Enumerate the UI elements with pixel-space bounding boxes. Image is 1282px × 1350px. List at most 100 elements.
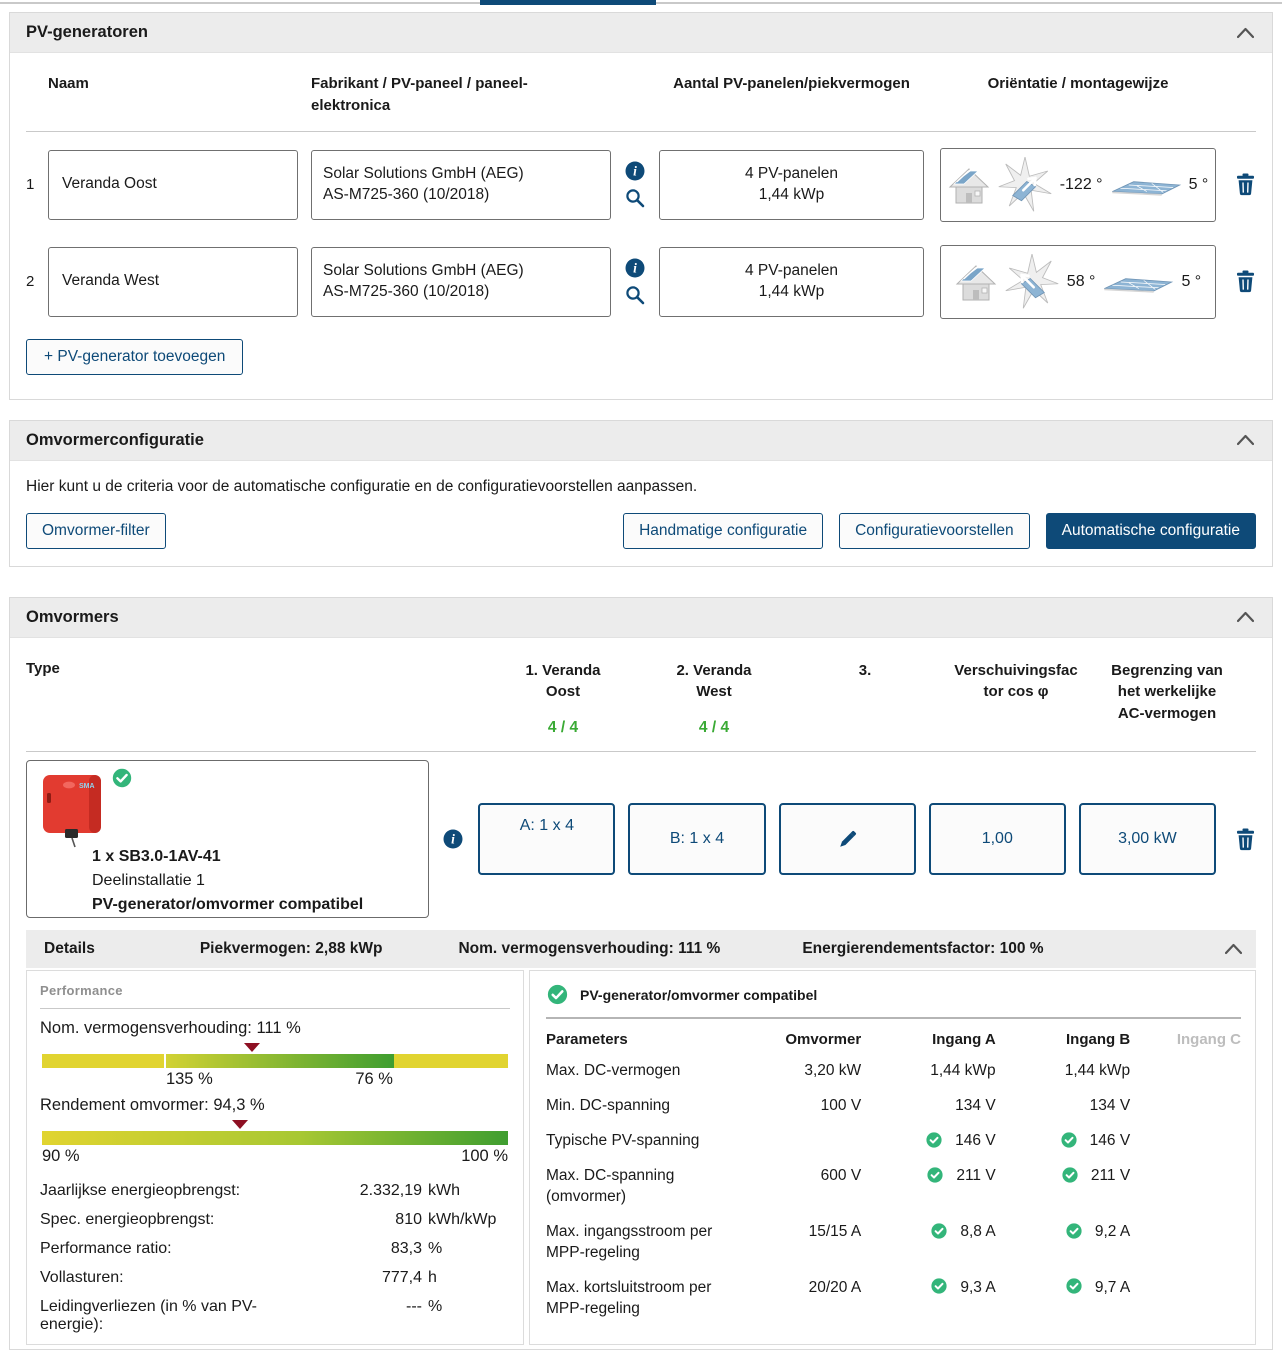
kv-value: 2.332,19 — [312, 1182, 422, 1200]
inverters-header: Omvormers — [10, 598, 1272, 638]
assigned-count-1: 4 / 4 — [548, 717, 578, 739]
orientation-box[interactable]: -122 ° 5 ° — [940, 148, 1216, 222]
edit-config-button[interactable] — [779, 803, 916, 875]
cos-phi-input[interactable]: 1,00 — [929, 803, 1066, 875]
kv-unit: h — [428, 1269, 510, 1287]
ok-check-icon — [1066, 1223, 1082, 1239]
compass-icon — [1003, 254, 1061, 310]
kv-label: Spec. energieopbrengst: — [40, 1211, 312, 1229]
peak-power: 1,44 kWp — [660, 185, 923, 206]
ok-check-icon — [931, 1278, 947, 1294]
delete-generator-icon[interactable] — [1235, 173, 1256, 196]
info-icon[interactable] — [625, 161, 645, 181]
details-label: Details — [44, 940, 95, 958]
kv-value: --- — [312, 1298, 422, 1316]
ok-check-icon — [1066, 1278, 1082, 1294]
column-orientatie: Oriëntatie / montagewijze — [940, 73, 1216, 95]
panel-select[interactable]: Solar Solutions GmbH (AEG) AS-M725-360 (… — [311, 150, 611, 220]
generator-name-input[interactable]: Veranda West — [48, 247, 298, 317]
house-icon — [948, 165, 990, 205]
panel-count: 4 PV-panelen — [660, 164, 923, 185]
param-row: Min. DC-spanning 100 V 134 V 134 V — [546, 1089, 1241, 1124]
kv-row: Vollasturen: 777,4 h — [40, 1269, 510, 1287]
row-number: 1 — [26, 176, 48, 193]
collapse-chevron-icon[interactable] — [1223, 941, 1244, 957]
gauge2-marker — [232, 1120, 248, 1129]
inverter-type-box[interactable]: 1 x SB3.0-1AV-41 Deelinstallatie 1 PV-ge… — [26, 760, 429, 918]
efficiency-gauge — [40, 1117, 510, 1147]
pv-generators-header: PV-generatoren — [10, 13, 1272, 53]
collapse-chevron-icon[interactable] — [1235, 609, 1256, 625]
inverter-image — [39, 771, 119, 849]
param-row: Max. DC-spanning (omvormer) 600 V 211 V … — [546, 1159, 1241, 1215]
search-icon[interactable] — [625, 188, 645, 208]
compatibility-panel: PV-generator/omvormer compatibel Paramet… — [529, 970, 1256, 1345]
gauge1-left-label: 135 % — [166, 1070, 213, 1089]
performance-panel: Performance Nom. vermogensverhouding: 11… — [26, 970, 524, 1345]
inverter-config-section: Omvormerconfiguratie Hier kunt u de crit… — [9, 420, 1273, 567]
panel-select[interactable]: Solar Solutions GmbH (AEG) AS-M725-360 (… — [311, 247, 611, 317]
details-bar[interactable]: Details Piekvermogen: 2,88 kWp Nom. verm… — [26, 930, 1256, 968]
config-proposals-button[interactable]: Configuratievoorstellen — [839, 513, 1030, 549]
column-naam: Naam — [48, 73, 298, 95]
section-title: Omvormerconfiguratie — [26, 431, 204, 450]
generator-name-input[interactable]: Veranda Oost — [48, 150, 298, 220]
input-a-config[interactable]: A: 1 x 4 — [478, 803, 615, 875]
parameters-table: Parameters Omvormer Ingang A Ingang B In… — [546, 1023, 1241, 1326]
collapse-chevron-icon[interactable] — [1235, 432, 1256, 448]
kv-unit: kWh — [428, 1182, 510, 1200]
param-header: Parameters — [546, 1023, 759, 1054]
column-fabrikant: Fabrikant / PV-paneel / paneel-elektroni… — [311, 73, 601, 117]
column-generator-2: 2. Veranda West — [668, 660, 760, 704]
performance-title: Performance — [40, 983, 510, 998]
column-ac-limit: Begrenzing van het werkelijke AC-vermoge… — [1105, 660, 1229, 725]
assigned-count-2: 4 / 4 — [699, 717, 729, 739]
column-type: Type — [26, 660, 431, 740]
tilt-value: 5 ° — [1181, 271, 1201, 293]
ok-check-icon — [926, 1132, 942, 1148]
info-icon[interactable] — [429, 829, 479, 849]
kv-label: Vollasturen: — [40, 1269, 312, 1287]
inverters-section: Omvormers Type 1. Veranda Oost 4 / 4 2. … — [9, 597, 1273, 1350]
compass-icon — [996, 157, 1054, 213]
ac-limit-input[interactable]: 3,00 kW — [1079, 803, 1216, 875]
ingang-c-header: Ingang C — [1130, 1023, 1241, 1054]
collapse-chevron-icon[interactable] — [1235, 25, 1256, 41]
param-row: Max. DC-vermogen 3,20 kW 1,44 kWp 1,44 k… — [546, 1054, 1241, 1089]
azimuth-value: 58 ° — [1067, 271, 1096, 293]
ok-check-icon — [1062, 1167, 1078, 1183]
details-panels: Performance Nom. vermogensverhouding: 11… — [26, 970, 1256, 1349]
ok-check-icon — [931, 1223, 947, 1239]
pv-generators-content: Naam Fabrikant / PV-paneel / paneel-elek… — [10, 53, 1272, 399]
ingang-a-header: Ingang A — [861, 1023, 996, 1054]
section-title: Omvormers — [26, 608, 119, 627]
column-generator-1: 1. Veranda Oost — [517, 660, 609, 704]
house-icon — [955, 262, 997, 302]
compatibility-status: PV-generator/omvormer compatibel — [580, 987, 817, 1003]
info-icon[interactable] — [625, 258, 645, 278]
pv-generators-section: PV-generatoren Naam Fabrikant / PV-panee… — [9, 12, 1273, 400]
panel-count-box[interactable]: 4 PV-panelen 1,44 kWp — [659, 150, 924, 220]
pv-table-columns: Naam Fabrikant / PV-paneel / paneel-elek… — [26, 53, 1256, 132]
manual-config-button[interactable]: Handmatige configuratie — [623, 513, 823, 549]
column-cos-phi: Verschuivingsfactor cos φ — [954, 660, 1078, 704]
orientation-box[interactable]: 58 ° 5 ° — [940, 245, 1216, 319]
column-aantal: Aantal PV-panelen/piekvermogen — [659, 73, 924, 95]
panel-count-box[interactable]: 4 PV-panelen 1,44 kWp — [659, 247, 924, 317]
param-row: Typische PV-spanning 146 V 146 V — [546, 1124, 1241, 1159]
compatible-check-icon — [111, 767, 133, 789]
kv-value: 83,3 — [312, 1240, 422, 1258]
auto-config-button[interactable]: Automatische configuratie — [1046, 513, 1256, 549]
delete-generator-icon[interactable] — [1235, 270, 1256, 293]
search-icon[interactable] — [625, 285, 645, 305]
ingang-b-header: Ingang B — [996, 1023, 1131, 1054]
delete-inverter-icon[interactable] — [1235, 828, 1256, 851]
add-pv-generator-button[interactable]: + PV-generator toevoegen — [26, 339, 243, 375]
panel-module: AS-M725-360 (10/2018) — [323, 282, 610, 303]
gauge2-right-label: 100 % — [461, 1147, 508, 1166]
nominal-ratio-gauge — [40, 1040, 510, 1070]
inverter-filter-button[interactable]: Omvormer-filter — [26, 513, 166, 549]
panel-module: AS-M725-360 (10/2018) — [323, 185, 610, 206]
input-b-config[interactable]: B: 1 x 4 — [628, 803, 765, 875]
tilted-panel-icon — [1101, 270, 1175, 294]
